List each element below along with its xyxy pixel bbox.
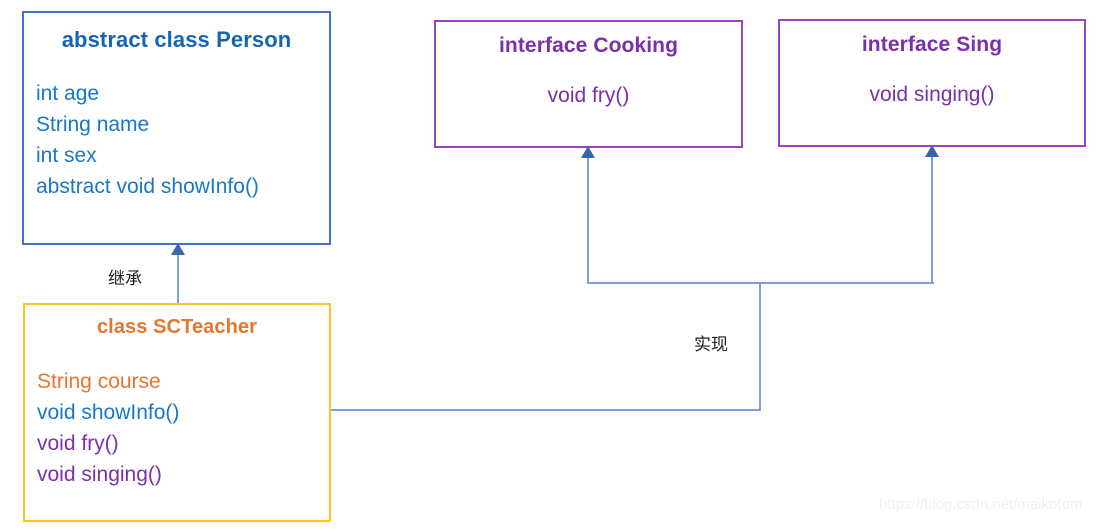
uml-box-sing-title: interface Sing xyxy=(861,33,1003,56)
realization-connector-segment-from-class xyxy=(331,409,761,411)
member-int-sex: int sex xyxy=(36,144,97,167)
member-string-course: String course xyxy=(37,370,161,393)
realization-connector-segment-to-sing xyxy=(931,155,933,283)
realization-connector-segment-riser xyxy=(759,283,761,410)
member-abstract-void-showinfo: abstract void showInfo() xyxy=(36,175,259,198)
realization-arrow-cooking-icon xyxy=(581,146,595,158)
inheritance-label: 继承 xyxy=(108,269,142,289)
member-void-showinfo: void showInfo() xyxy=(37,401,180,424)
realization-label: 实现 xyxy=(694,335,728,355)
diagram-canvas: abstract class Person int age String nam… xyxy=(0,0,1101,529)
uml-box-person[interactable]: abstract class Person int age String nam… xyxy=(22,11,331,245)
realization-arrow-sing-icon xyxy=(925,145,939,157)
uml-box-sing[interactable]: interface Sing void singing() xyxy=(778,19,1086,147)
inheritance-connector-line xyxy=(177,252,179,303)
realization-connector-segment-to-cooking xyxy=(587,155,589,283)
member-void-singing-interface: void singing() xyxy=(869,83,995,106)
realization-connector-segment-bus xyxy=(587,282,934,284)
member-string-name: String name xyxy=(36,113,150,136)
uml-box-cooking-title: interface Cooking xyxy=(498,34,679,57)
member-int-age: int age xyxy=(36,82,100,105)
member-void-fry-interface: void fry() xyxy=(547,84,630,107)
member-void-fry: void fry() xyxy=(37,432,119,455)
uml-box-person-members: int age String name int sex abstract voi… xyxy=(24,78,329,202)
inheritance-arrow-icon xyxy=(171,243,185,255)
uml-box-scteacher-members: String course void showInfo() void fry()… xyxy=(25,366,329,490)
uml-box-person-title: abstract class Person xyxy=(61,27,292,52)
uml-box-scteacher[interactable]: class SCTeacher String course void showI… xyxy=(23,303,331,522)
watermark: https://blog.csdn.net/maikotom xyxy=(879,496,1083,513)
member-void-singing: void singing() xyxy=(37,463,162,486)
uml-box-scteacher-title: class SCTeacher xyxy=(96,316,258,338)
uml-box-cooking[interactable]: interface Cooking void fry() xyxy=(434,20,743,148)
